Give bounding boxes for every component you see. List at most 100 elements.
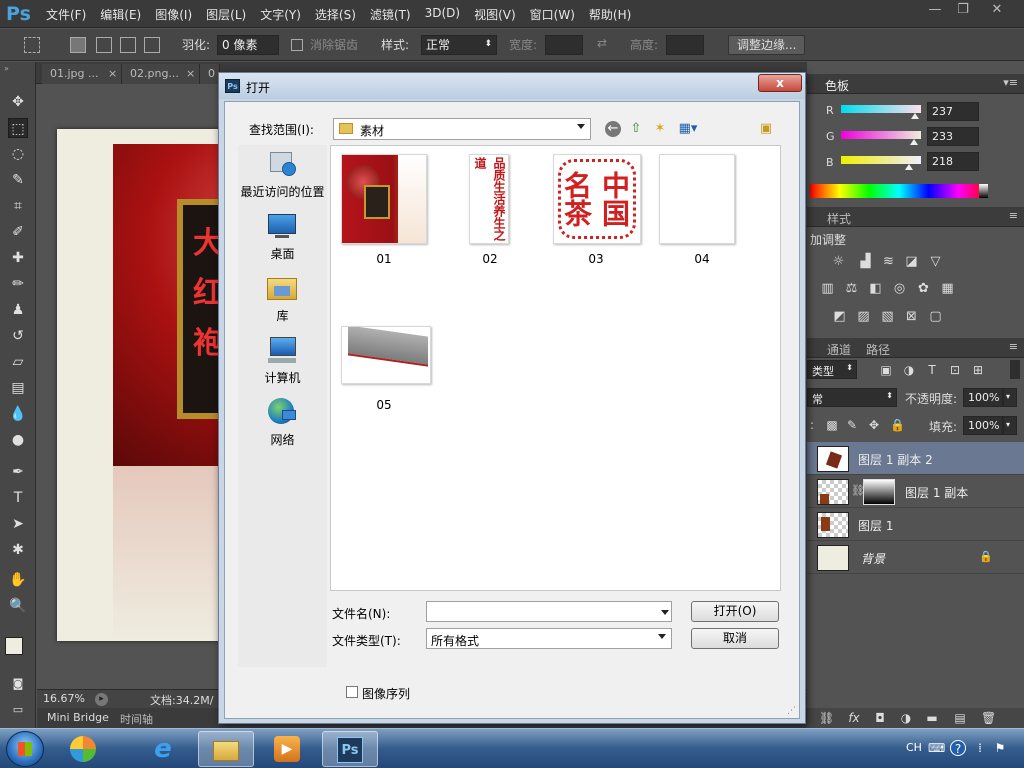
blue-value[interactable]: 218 xyxy=(927,152,979,171)
antialias-checkbox[interactable] xyxy=(291,39,303,51)
view-menu-icon[interactable]: ▦▾ xyxy=(675,120,701,138)
taskbar-app-1[interactable] xyxy=(56,731,112,767)
layer-mask-thumbnail[interactable] xyxy=(863,479,895,505)
close-tab-icon[interactable]: × xyxy=(108,67,117,80)
new-selection-icon[interactable] xyxy=(70,37,86,53)
layer-row-copy2[interactable]: 图层 1 副本 2 xyxy=(807,442,1024,475)
balance-icon[interactable]: ⚖ xyxy=(843,281,860,296)
place-network[interactable]: 网络 xyxy=(238,398,327,458)
exposure-icon[interactable]: ◪ xyxy=(903,254,920,269)
quick-select-icon[interactable]: ✎ xyxy=(8,170,28,190)
filter-pixel-icon[interactable]: ▣ xyxy=(879,363,893,377)
posterize-icon[interactable]: ▨ xyxy=(855,309,872,324)
refine-edge-button[interactable]: 调整边缘... xyxy=(728,35,806,55)
color-spectrum[interactable] xyxy=(810,184,988,198)
tab-paths[interactable]: 路径 xyxy=(866,341,890,358)
move-tool-icon[interactable]: ✥ xyxy=(8,92,28,112)
file-item-05[interactable]: 05 xyxy=(331,326,431,446)
opacity-input[interactable]: 100% xyxy=(963,388,1003,407)
restore-button[interactable]: ❐ xyxy=(948,1,978,19)
layer-row-background[interactable]: 背景 🔒 xyxy=(807,541,1024,574)
open-button[interactable]: 打开(O) xyxy=(691,601,779,622)
screen-mode-icon[interactable]: ▭ xyxy=(8,700,28,720)
new-folder-icon[interactable]: ✶ xyxy=(651,120,669,138)
intersect-selection-icon[interactable] xyxy=(144,37,160,53)
eyedropper-icon[interactable]: ✐ xyxy=(8,222,28,242)
menu-3d[interactable]: 3D(D) xyxy=(425,6,460,23)
minimize-button[interactable]: — xyxy=(920,1,950,19)
dodge-tool-icon[interactable]: ● xyxy=(8,430,28,450)
up-folder-icon[interactable]: ⇧ xyxy=(627,120,645,138)
lock-position-icon[interactable]: ✥ xyxy=(867,418,881,432)
flag-icon[interactable]: ⚑ xyxy=(992,740,1008,756)
filetype-select[interactable]: 所有格式 xyxy=(426,628,672,649)
lock-pixels-icon[interactable]: ✎ xyxy=(845,418,859,432)
opacity-dropdown[interactable]: ▾ xyxy=(1003,388,1017,407)
red-slider-thumb[interactable] xyxy=(911,113,920,119)
color-lookup-icon[interactable]: ▦ xyxy=(939,281,956,296)
brush-tool-icon[interactable]: ✏ xyxy=(8,274,28,294)
file-item-03[interactable]: 中国名茶 03 xyxy=(543,146,643,266)
start-button[interactable] xyxy=(6,731,44,767)
vibrance-icon[interactable]: ▽ xyxy=(927,254,944,269)
menu-layer[interactable]: 图层(L) xyxy=(206,6,246,23)
filter-toggle[interactable] xyxy=(1010,360,1020,379)
brightness-icon[interactable]: ☼ xyxy=(830,254,847,269)
file-item-02[interactable]: 品质生活养生之道 02 xyxy=(437,146,537,266)
link-layers-icon[interactable]: ⛓ xyxy=(819,711,834,725)
bw-icon[interactable]: ◧ xyxy=(867,281,884,296)
invert-icon[interactable]: ◩ xyxy=(831,309,848,324)
photo-filter-icon[interactable]: ◎ xyxy=(891,281,908,296)
foreground-color-swatch[interactable] xyxy=(5,637,23,655)
panel-menu-icon[interactable]: ≡ xyxy=(1009,209,1018,222)
height-input[interactable] xyxy=(666,35,704,55)
filter-adjust-icon[interactable]: ◑ xyxy=(902,363,916,377)
feather-input[interactable]: 0 像素 xyxy=(217,35,279,55)
menu-filter[interactable]: 滤镜(T) xyxy=(370,6,411,23)
dialog-titlebar[interactable]: Ps 打开 x xyxy=(219,73,805,99)
blur-tool-icon[interactable]: 💧 xyxy=(8,404,28,424)
marquee-tool-icon[interactable] xyxy=(24,37,40,53)
curves-icon[interactable]: ≋ xyxy=(880,254,897,269)
lock-transparent-icon[interactable]: ▩ xyxy=(825,418,839,432)
stamp-tool-icon[interactable]: ♟ xyxy=(8,300,28,320)
doc-tab-02[interactable]: 02.png... × xyxy=(122,64,200,84)
menu-type[interactable]: 文字(Y) xyxy=(260,6,301,23)
place-desktop[interactable]: 桌面 xyxy=(238,212,327,272)
doc-tab-03[interactable]: 0 xyxy=(200,64,220,84)
healing-brush-icon[interactable]: ✚ xyxy=(8,248,28,268)
new-layer-icon[interactable]: ▤ xyxy=(953,711,967,725)
add-selection-icon[interactable] xyxy=(96,37,112,53)
help-icon[interactable]: ? xyxy=(950,740,966,756)
green-slider-thumb[interactable] xyxy=(909,139,918,145)
levels-icon[interactable]: ▟ xyxy=(857,254,874,269)
menu-edit[interactable]: 编辑(E) xyxy=(100,6,141,23)
menu-image[interactable]: 图像(I) xyxy=(155,6,192,23)
black-white-ramp[interactable] xyxy=(979,184,988,198)
add-mask-icon[interactable]: ◘ xyxy=(873,711,887,725)
tray-options-icon[interactable]: ⁞ xyxy=(972,740,988,756)
green-slider[interactable] xyxy=(841,131,921,145)
hue-icon[interactable]: ▥ xyxy=(819,281,836,296)
crop-tool-icon[interactable]: ⌗ xyxy=(8,196,28,216)
menu-window[interactable]: 窗口(W) xyxy=(530,6,575,23)
marquee-tool-icon[interactable]: ⬚ xyxy=(8,118,28,138)
tab-timeline[interactable]: 时间轴 xyxy=(120,711,153,727)
fx-icon[interactable]: fx xyxy=(847,711,861,725)
place-recent[interactable]: 最近访问的位置 xyxy=(238,150,327,210)
taskbar-explorer[interactable] xyxy=(198,731,254,767)
red-slider[interactable] xyxy=(841,105,921,119)
gradient-tool-icon[interactable]: ▤ xyxy=(8,378,28,398)
swap-icon[interactable]: ⇄ xyxy=(597,36,607,50)
favorites-folder-icon[interactable]: ▣ xyxy=(757,120,775,138)
menu-file[interactable]: 文件(F) xyxy=(46,6,86,23)
filter-smart-icon[interactable]: ⊞ xyxy=(971,363,985,377)
place-computer[interactable]: 计算机 xyxy=(238,336,327,396)
history-brush-icon[interactable]: ↺ xyxy=(8,326,28,346)
input-language[interactable]: CH xyxy=(906,741,922,754)
lookin-select[interactable]: 素材 xyxy=(333,118,591,140)
style-select[interactable]: 正常 ⬍ xyxy=(421,35,497,55)
new-adjustment-icon[interactable]: ◑ xyxy=(899,711,913,725)
tab-mini-bridge[interactable]: Mini Bridge xyxy=(47,711,109,724)
place-library[interactable]: 库 xyxy=(238,274,327,334)
